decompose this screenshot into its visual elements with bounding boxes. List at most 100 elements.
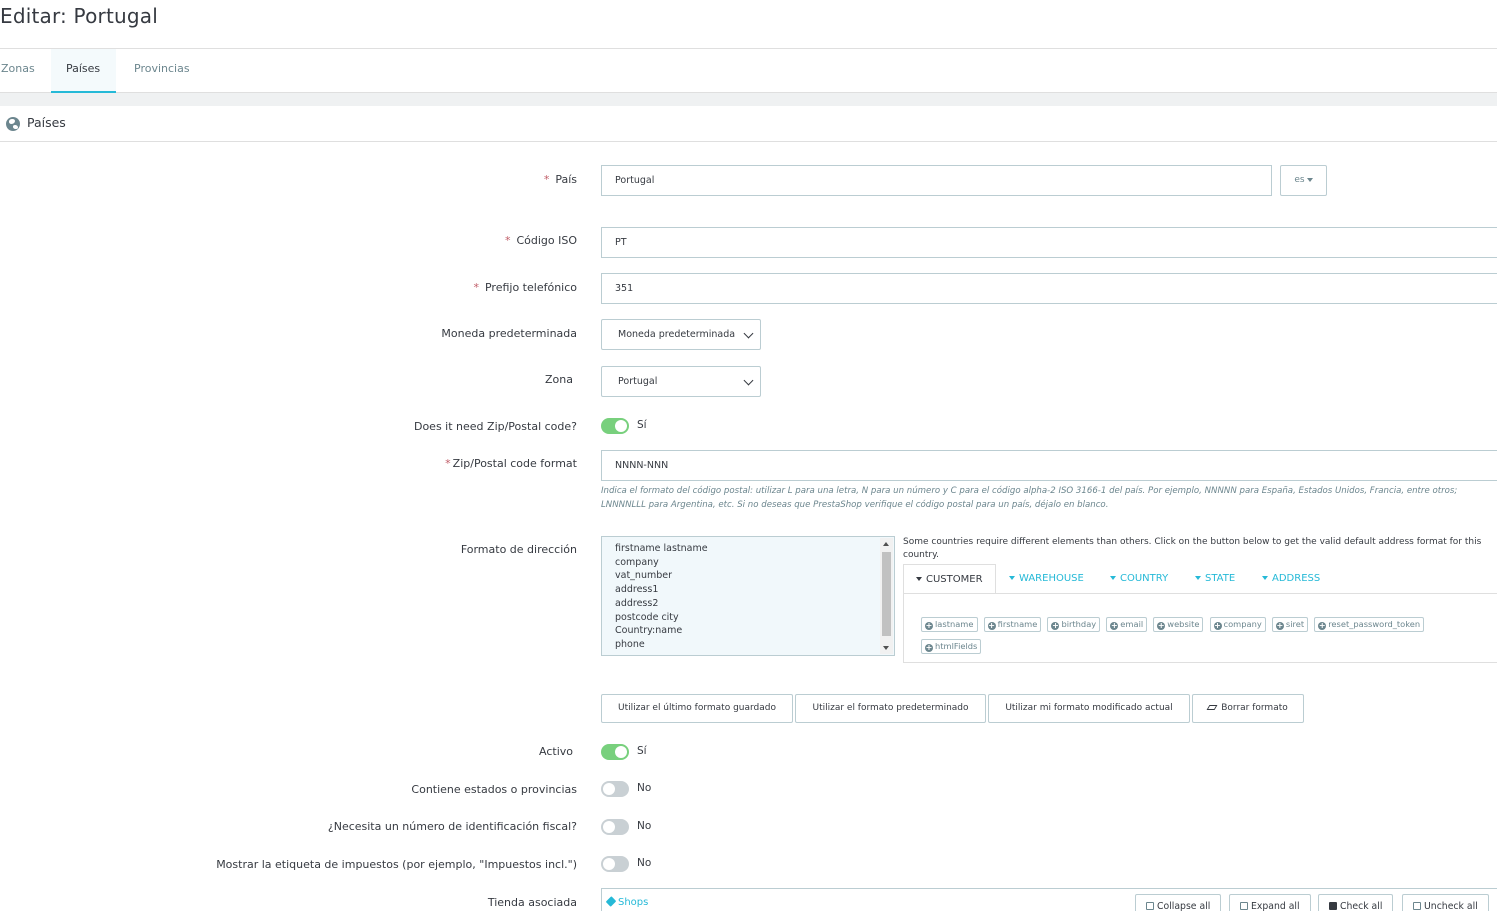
use-last-saved-format-button[interactable]: Utilizar el último formato guardado <box>601 694 793 723</box>
caret-down-icon <box>1306 177 1313 182</box>
plus-circle-icon: + <box>925 621 933 630</box>
display-tax-label-label: Mostrar la etiqueta de impuestos (por ej… <box>216 858 577 871</box>
required-icon: * <box>473 281 479 294</box>
contains-states-label: Contiene estados o provincias <box>411 783 577 796</box>
need-zip-label: Does it need Zip/Postal code? <box>413 420 577 433</box>
tab-provincias[interactable]: Provincias <box>119 49 205 93</box>
field-chip-lastname[interactable]: + lastname <box>921 617 978 632</box>
field-chip-website[interactable]: + website <box>1153 617 1204 632</box>
plus-circle-icon: + <box>1110 621 1119 630</box>
switch-knob <box>603 858 615 870</box>
address-line: phone <box>615 638 645 650</box>
contains-states-switch[interactable] <box>601 781 629 797</box>
display-tax-label-switch[interactable] <box>601 856 629 872</box>
need-zip-state: Sí <box>637 419 647 431</box>
use-current-modified-format-button[interactable]: Utilizar mi formato modificado actual <box>988 694 1190 723</box>
collapse-icon <box>1146 902 1154 910</box>
checkbox-checked-icon <box>1329 902 1337 910</box>
expand-icon <box>1240 902 1248 910</box>
field-chip-email[interactable]: + email <box>1106 617 1148 632</box>
required-icon: * <box>504 234 511 247</box>
field-chip-siret[interactable]: + siret <box>1271 617 1309 632</box>
address-format-help: Some countries require different element… <box>903 537 1482 560</box>
required-icon: * <box>543 173 550 186</box>
language-dropdown-button[interactable]: es <box>1280 165 1327 196</box>
phone-prefix-input[interactable]: 351 <box>601 273 1497 304</box>
scroll-down-icon[interactable] <box>883 646 889 650</box>
check-all-button[interactable]: Check all <box>1318 894 1394 911</box>
checkbox-empty-icon <box>1413 902 1421 910</box>
address-line: address1 <box>615 584 659 596</box>
separator-band <box>0 93 1497 106</box>
tab-warehouse[interactable]: WAREHOUSE <box>997 564 1096 594</box>
need-tax-id-switch[interactable] <box>601 819 629 835</box>
panel-title: Países <box>27 115 66 130</box>
zip-format-input[interactable]: NNNN-NNN <box>601 450 1497 481</box>
tab-country[interactable]: COUNTRY <box>1098 564 1180 594</box>
country-panel: Países * País Portugal es * Código ISO PT … <box>0 106 1497 911</box>
expand-all-button[interactable]: Expand all <box>1229 894 1311 911</box>
currency-label: Moneda predeterminada <box>441 327 577 340</box>
iso-code-input[interactable]: PT <box>601 227 1497 258</box>
plus-circle-icon: + <box>987 621 996 630</box>
plus-circle-icon: + <box>925 643 933 652</box>
address-format-textarea[interactable]: firstname lastname company vat_number ad… <box>601 536 895 656</box>
plus-circle-icon: + <box>1051 621 1060 630</box>
uncheck-all-button[interactable]: Uncheck all <box>1402 894 1489 911</box>
active-state: Sí <box>637 745 647 757</box>
chevron-down-icon <box>743 328 754 339</box>
address-line: vat_number <box>615 570 672 582</box>
scroll-up-icon[interactable] <box>883 542 889 546</box>
address-field-tabs: CUSTOMER WAREHOUSE COUNTRY STATE ADDRESS <box>903 564 1497 594</box>
active-switch[interactable] <box>601 744 629 760</box>
page-title: Editar: Portugal <box>0 4 158 28</box>
currency-select[interactable]: Moneda predeterminada <box>601 319 761 350</box>
field-chip-firstname[interactable]: + firstname <box>983 617 1042 632</box>
plus-circle-icon: + <box>1318 621 1327 630</box>
shop-association-label: Tienda asociada <box>487 896 577 909</box>
tab-address[interactable]: ADDRESS <box>1250 564 1332 594</box>
tab-state[interactable]: STATE <box>1183 564 1247 594</box>
address-line: address2 <box>615 597 659 609</box>
shops-link[interactable]: Shops <box>605 896 648 908</box>
need-zip-switch[interactable] <box>601 418 629 434</box>
tab-customer[interactable]: CUSTOMER <box>903 564 996 594</box>
field-chip-company[interactable]: + company <box>1209 617 1266 632</box>
tag-icon <box>605 896 617 907</box>
switch-knob <box>603 821 615 833</box>
tab-paises[interactable]: Países <box>51 49 116 93</box>
caret-down-icon <box>1195 576 1201 580</box>
zip-format-label: * Zip/Postal code format <box>445 457 577 470</box>
required-icon: * <box>445 457 451 470</box>
caret-down-icon <box>1009 576 1015 580</box>
chevron-down-icon <box>743 375 754 386</box>
shop-tree: Shops Collapse all Expand all Check all … <box>601 888 1497 911</box>
collapse-all-button[interactable]: Collapse all <box>1135 894 1222 911</box>
caret-down-icon <box>916 577 922 581</box>
field-chips: + lastname + firstname + birthday + email + w… <box>921 612 1481 656</box>
need-tax-id-state: No <box>637 820 652 832</box>
field-chip-reset-password-token[interactable]: + reset_password_token <box>1314 617 1425 632</box>
zone-select[interactable]: Portugal <box>601 366 761 397</box>
country-name-input[interactable]: Portugal <box>601 165 1272 196</box>
plus-circle-icon: + <box>1275 621 1284 630</box>
field-chip-htmlfields[interactable]: + htmlFields <box>921 639 982 654</box>
eraser-icon <box>1206 705 1218 710</box>
zone-label: Zona <box>545 373 573 386</box>
contains-states-state: No <box>637 782 652 794</box>
tabs-bar: Zonas Países Provincias <box>0 48 1497 93</box>
switch-knob <box>615 420 627 432</box>
address-line: firstname lastname <box>615 543 708 554</box>
scroll-thumb[interactable] <box>882 552 891 636</box>
switch-knob <box>603 783 615 795</box>
iso-label: * Código ISO <box>504 234 577 247</box>
tab-zonas[interactable]: Zonas <box>0 49 50 93</box>
address-line: company <box>615 556 659 568</box>
panel-heading: Países <box>0 106 1497 142</box>
plus-circle-icon: + <box>1157 621 1166 630</box>
use-default-format-button[interactable]: Utilizar el formato predeterminado <box>795 694 986 723</box>
field-chip-birthday[interactable]: + birthday <box>1047 617 1101 632</box>
clear-format-button[interactable]: Borrar formato <box>1192 694 1304 723</box>
textarea-scrollbar[interactable] <box>880 538 893 654</box>
display-tax-label-state: No <box>637 857 652 869</box>
